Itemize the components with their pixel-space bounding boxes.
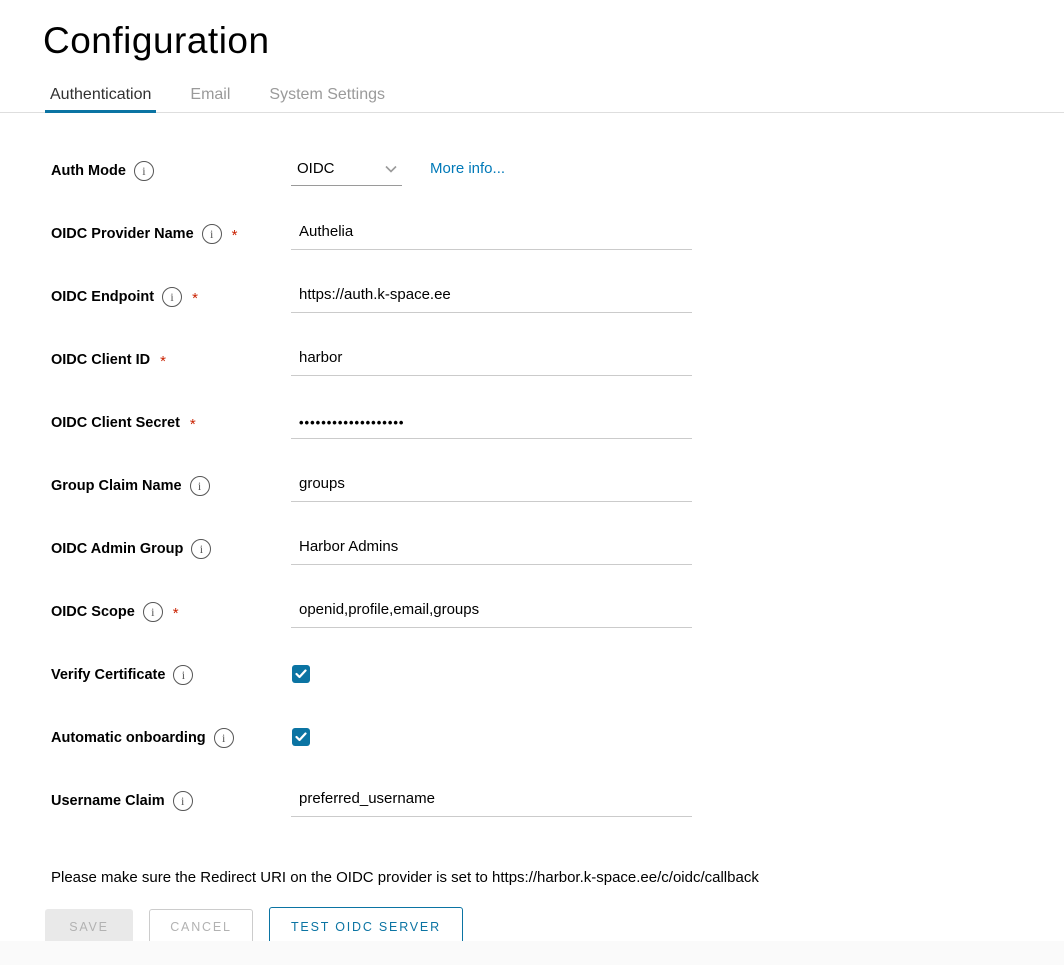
oidc-provider-name-label: OIDC Provider Name bbox=[51, 226, 194, 242]
auth-mode-select[interactable]: OIDC bbox=[291, 160, 402, 186]
verify-certificate-checkbox[interactable] bbox=[292, 665, 310, 683]
oidc-admin-group-input[interactable] bbox=[291, 538, 692, 565]
auth-mode-label: Auth Mode bbox=[51, 163, 126, 179]
form-row-auth-mode: Auth Mode i OIDC More info... bbox=[51, 160, 1064, 223]
more-info-link[interactable]: More info... bbox=[430, 160, 505, 177]
configuration-page: Configuration Authentication Email Syste… bbox=[0, 0, 1064, 965]
tab-email[interactable]: Email bbox=[185, 86, 235, 113]
automatic-onboarding-checkbox[interactable] bbox=[292, 728, 310, 746]
oidc-client-secret-label: OIDC Client Secret bbox=[51, 415, 180, 431]
info-icon[interactable]: i bbox=[202, 224, 222, 244]
tab-authentication[interactable]: Authentication bbox=[45, 86, 156, 113]
info-icon[interactable]: i bbox=[143, 602, 163, 622]
authentication-form: Auth Mode i OIDC More info... OIDC Provi… bbox=[0, 113, 1064, 853]
group-claim-name-input[interactable] bbox=[291, 475, 692, 502]
username-claim-label: Username Claim bbox=[51, 793, 165, 809]
oidc-endpoint-input[interactable] bbox=[291, 286, 692, 313]
form-row-oidc-endpoint: OIDC Endpoint i * bbox=[51, 286, 1064, 349]
redirect-uri-note: Please make sure the Redirect URI on the… bbox=[51, 869, 1064, 886]
info-icon[interactable]: i bbox=[173, 665, 193, 685]
info-icon[interactable]: i bbox=[191, 539, 211, 559]
info-icon[interactable]: i bbox=[214, 728, 234, 748]
save-button[interactable]: SAVE bbox=[45, 909, 133, 945]
oidc-client-id-input[interactable] bbox=[291, 349, 692, 376]
info-icon[interactable]: i bbox=[190, 476, 210, 496]
required-marker: * bbox=[192, 287, 198, 307]
oidc-endpoint-label: OIDC Endpoint bbox=[51, 289, 154, 305]
required-marker: * bbox=[190, 413, 196, 433]
required-marker: * bbox=[232, 224, 238, 244]
oidc-admin-group-label: OIDC Admin Group bbox=[51, 541, 183, 557]
form-row-automatic-onboarding: Automatic onboarding i bbox=[51, 727, 1064, 790]
info-icon[interactable]: i bbox=[162, 287, 182, 307]
cancel-button[interactable]: CANCEL bbox=[149, 909, 253, 945]
tab-bar: Authentication Email System Settings bbox=[0, 86, 1064, 113]
required-marker: * bbox=[160, 350, 166, 370]
info-icon[interactable]: i bbox=[134, 161, 154, 181]
form-row-oidc-scope: OIDC Scope i * bbox=[51, 601, 1064, 664]
oidc-scope-label: OIDC Scope bbox=[51, 604, 135, 620]
verify-certificate-label: Verify Certificate bbox=[51, 667, 165, 683]
form-row-oidc-client-secret: OIDC Client Secret * bbox=[51, 412, 1064, 475]
page-title: Configuration bbox=[43, 20, 1064, 62]
oidc-client-secret-input[interactable] bbox=[291, 412, 692, 439]
group-claim-name-label: Group Claim Name bbox=[51, 478, 182, 494]
automatic-onboarding-label: Automatic onboarding bbox=[51, 730, 206, 746]
required-marker: * bbox=[173, 602, 179, 622]
username-claim-input[interactable] bbox=[291, 790, 692, 817]
oidc-provider-name-input[interactable] bbox=[291, 223, 692, 250]
tab-system-settings[interactable]: System Settings bbox=[264, 86, 390, 113]
form-row-group-claim-name: Group Claim Name i bbox=[51, 475, 1064, 538]
page-footer-strip bbox=[0, 941, 1064, 965]
oidc-scope-input[interactable] bbox=[291, 601, 692, 628]
info-icon[interactable]: i bbox=[173, 791, 193, 811]
page-header: Configuration bbox=[0, 0, 1064, 62]
auth-mode-selected-value: OIDC bbox=[297, 160, 335, 177]
form-row-verify-certificate: Verify Certificate i bbox=[51, 664, 1064, 727]
form-row-oidc-client-id: OIDC Client ID * bbox=[51, 349, 1064, 412]
chevron-down-icon bbox=[385, 165, 397, 173]
form-row-oidc-admin-group: OIDC Admin Group i bbox=[51, 538, 1064, 601]
form-row-username-claim: Username Claim i bbox=[51, 790, 1064, 853]
oidc-client-id-label: OIDC Client ID bbox=[51, 352, 150, 368]
form-row-oidc-provider-name: OIDC Provider Name i * bbox=[51, 223, 1064, 286]
